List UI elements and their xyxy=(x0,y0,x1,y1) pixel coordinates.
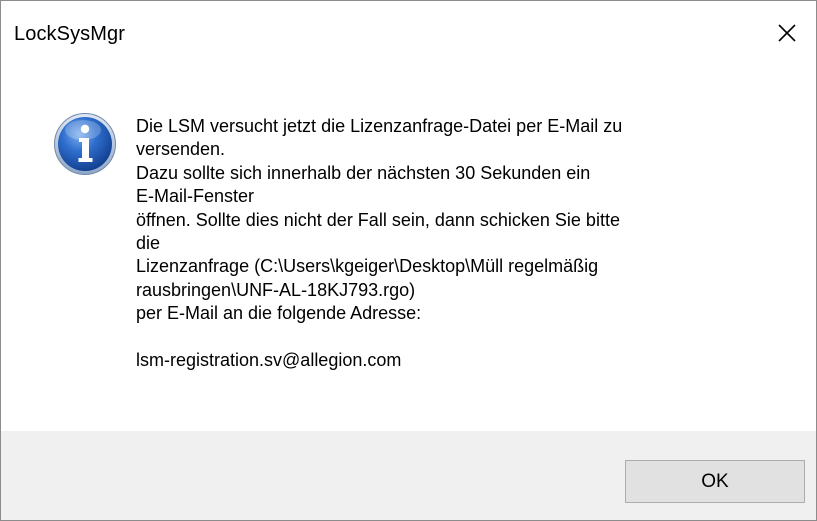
window-title: LockSysMgr xyxy=(14,23,126,45)
info-icon xyxy=(54,113,116,175)
message-line: öffnen. Sollte dies nicht der Fall sein,… xyxy=(136,209,620,230)
ok-button[interactable]: OK xyxy=(625,460,805,503)
message-text: Die LSM versucht jetzt die Lizenzanfrage… xyxy=(136,115,786,372)
message-line: Die LSM versucht jetzt die Lizenzanfrage… xyxy=(136,116,623,136)
dialog-content: Die LSM versucht jetzt die Lizenzanfrage… xyxy=(1,65,816,431)
button-bar: OK xyxy=(1,431,816,520)
email-address: lsm-registration.sv@allegion.com xyxy=(136,350,402,371)
message-line: E-Mail-Fenster xyxy=(136,186,255,207)
close-icon xyxy=(778,24,796,42)
message-line: versenden. xyxy=(136,139,226,160)
close-button[interactable] xyxy=(758,1,816,65)
message-line: die xyxy=(136,233,161,254)
message-line: Lizenzanfrage (C:\Users\kgeiger\Desktop\… xyxy=(136,256,599,277)
message-line: Dazu sollte sich innerhalb der nächsten … xyxy=(136,162,591,183)
title-bar[interactable]: LockSysMgr xyxy=(1,1,816,65)
message-dialog: LockSysMgr Die LSM versucht jetzt die Li… xyxy=(0,0,817,521)
message-line: per E-Mail an die folgende Adresse: xyxy=(136,303,422,324)
message-line: rausbringen\UNF-AL-18KJ793.rgo) xyxy=(136,279,416,300)
